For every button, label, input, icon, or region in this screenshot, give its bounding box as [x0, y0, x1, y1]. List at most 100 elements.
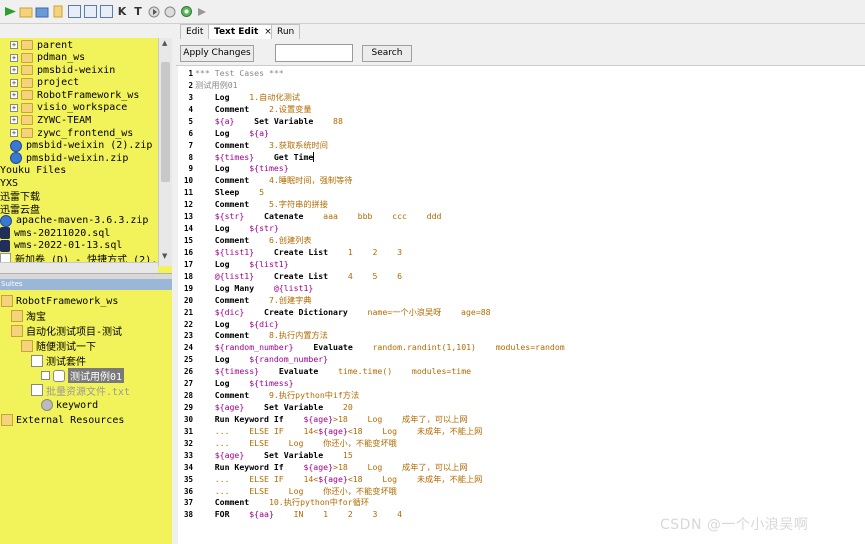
- scroll-up-icon[interactable]: ▲: [162, 39, 167, 47]
- file-tree-item[interactable]: wms-20211020.sql: [0, 227, 110, 240]
- file-tree-item[interactable]: + pdman_ws: [10, 52, 85, 64]
- file-tree-item[interactable]: pmsbid-weixin.zip: [10, 152, 128, 165]
- scroll-down-icon[interactable]: ▼: [162, 252, 167, 260]
- save-all-icon[interactable]: [82, 4, 98, 20]
- suite-tree-item[interactable]: 淘宝: [11, 309, 46, 323]
- run-icon[interactable]: [2, 4, 18, 20]
- expand-icon[interactable]: +: [10, 53, 18, 62]
- expand-icon[interactable]: +: [10, 78, 18, 87]
- line-number: 15: [183, 236, 193, 246]
- suite-tree-item[interactable]: 随便测试一下: [21, 339, 96, 353]
- suite-tree-item[interactable]: 测试用例01: [41, 368, 125, 383]
- code-line[interactable]: 22 Log ${dic}: [178, 319, 279, 331]
- code-line[interactable]: 31 ... ELSE IF 14<${age}<18 Log 未成年，不能上网: [178, 426, 482, 438]
- code-line[interactable]: 20 Comment 7.创建字典: [178, 295, 312, 307]
- copy-icon[interactable]: [98, 4, 114, 20]
- file-browser-hscrollbar[interactable]: [0, 262, 158, 273]
- code-line[interactable]: 8 ${times} Get Time: [178, 152, 315, 164]
- suite-tree-item[interactable]: RobotFramework_ws: [1, 294, 118, 308]
- code-line[interactable]: 23 Comment 8.执行内置方法: [178, 330, 328, 342]
- line-number: 10: [183, 176, 193, 186]
- code-line[interactable]: 28 Comment 9.执行python中if方法: [178, 390, 359, 402]
- code-line[interactable]: 4 Comment 2.设置变量: [178, 104, 311, 116]
- code-line[interactable]: 36 ... ELSE Log 你还小，不能变坏哦: [178, 486, 397, 498]
- suite-tree-item[interactable]: External Resources: [1, 413, 124, 427]
- scrollbar-thumb[interactable]: [161, 62, 170, 182]
- expand-icon[interactable]: +: [10, 129, 18, 138]
- apply-changes-button[interactable]: Apply Changes: [180, 45, 254, 62]
- code-line[interactable]: 9 Log ${times}: [178, 163, 288, 175]
- expand-icon[interactable]: +: [10, 41, 18, 50]
- suite-tree-item[interactable]: 批量资源文件.txt: [31, 383, 130, 398]
- forward-icon[interactable]: [194, 4, 210, 20]
- code-line[interactable]: 15 Comment 6.创建列表: [178, 235, 312, 247]
- search-input[interactable]: [275, 44, 353, 62]
- code-line[interactable]: 24 ${random_number} Evaluate random.rand…: [178, 342, 565, 354]
- expand-icon[interactable]: +: [10, 91, 18, 100]
- code-line[interactable]: 30 Run Keyword If ${age}>18 Log 成年了，可以上网: [178, 414, 468, 426]
- file-tree-item[interactable]: + ZYWC-TEAM: [10, 114, 91, 126]
- code-text: Run Keyword If ${age}>18 Log 成年了，可以上网: [214, 461, 468, 472]
- settings-icon[interactable]: [178, 4, 194, 20]
- zip-icon: [10, 152, 22, 165]
- code-line[interactable]: 11 Sleep 5: [178, 187, 264, 199]
- keyword-search-button[interactable]: K: [114, 4, 130, 20]
- code-line[interactable]: 27 Log ${timess}: [178, 378, 294, 390]
- code-line[interactable]: 38 FOR ${aa} IN 1 2 3 4: [178, 509, 402, 521]
- code-line[interactable]: 35 ... ELSE IF 14<${age}<18 Log 未成年，不能上网: [178, 474, 482, 486]
- file-tree-item[interactable]: 迅雷云盘: [0, 202, 40, 216]
- save-icon[interactable]: [66, 4, 82, 20]
- file-tree-item[interactable]: + visio_workspace: [10, 102, 127, 114]
- code-line[interactable]: 37 Comment 10.执行python中for循环: [178, 497, 369, 509]
- code-line[interactable]: 10 Comment 4.睡眠时间，强制等待: [178, 175, 353, 187]
- line-number: 18: [183, 271, 193, 281]
- stop-icon[interactable]: [162, 4, 178, 20]
- file-tree-item[interactable]: Youku Files: [0, 165, 66, 177]
- suite-tree-item[interactable]: keyword: [41, 398, 98, 412]
- code-line[interactable]: 34 Run Keyword If ${age}>18 Log 成年了，可以上网: [178, 462, 468, 474]
- file-tree-item[interactable]: + parent: [10, 39, 73, 51]
- file-tree-item[interactable]: + zywc_frontend_ws: [10, 127, 133, 139]
- code-line[interactable]: 3 Log 1.自动化测试: [178, 92, 300, 104]
- file-tree-item[interactable]: pmsbid-weixin (2).zip: [10, 139, 152, 152]
- code-editor[interactable]: 1 *** Test Cases *** 2 测试用例01 3 Log 1.自动化测试 4…: [178, 66, 865, 544]
- code-line[interactable]: 7 Comment 3.获取系统时间: [178, 140, 327, 152]
- folder-icon[interactable]: [34, 4, 50, 20]
- folder-open-icon[interactable]: [18, 4, 34, 20]
- code-line[interactable]: 29 ${age} Set Variable 20: [178, 402, 353, 414]
- expand-icon[interactable]: +: [10, 116, 18, 125]
- tab-edit[interactable]: Edit: [180, 24, 210, 39]
- code-line[interactable]: 13 ${str} Catenate aaa bbb ccc ddd: [178, 211, 442, 223]
- tab-text-edit[interactable]: Text Edit ×: [208, 24, 278, 39]
- file-tree-item[interactable]: + pmsbid-weixin: [10, 64, 115, 76]
- file-icon[interactable]: [50, 4, 66, 20]
- code-line[interactable]: 2 测试用例01: [178, 80, 237, 92]
- code-line[interactable]: 12 Comment 5.字符串的拼接: [178, 199, 328, 211]
- code-line[interactable]: 5 ${a} Set Variable 88: [178, 116, 342, 128]
- code-line[interactable]: 32 ... ELSE Log 你还小，不能变坏哦: [178, 438, 397, 450]
- file-tree-item[interactable]: + project: [10, 77, 79, 89]
- file-tree-label: project: [37, 77, 80, 89]
- file-browser-vscrollbar[interactable]: ▲ ▼: [158, 38, 172, 266]
- code-line[interactable]: 33 ${age} Set Variable 15: [178, 450, 353, 462]
- code-line[interactable]: 18 @{list1} Create List 4 5 6: [178, 271, 402, 283]
- code-line[interactable]: 14 Log ${str}: [178, 223, 279, 235]
- file-tree-item[interactable]: apache-maven-3.6.3.zip: [0, 214, 148, 227]
- code-line[interactable]: 26 ${timess} Evaluate time.time() module…: [178, 366, 471, 378]
- tab-run[interactable]: Run: [271, 24, 301, 39]
- suite-tree-item[interactable]: 自动化测试项目-测试: [11, 324, 122, 338]
- code-line[interactable]: 16 ${list1} Create List 1 2 3: [178, 247, 402, 259]
- play-icon[interactable]: [146, 4, 162, 20]
- code-line[interactable]: 6 Log ${a}: [178, 128, 268, 140]
- code-line[interactable]: 19 Log Many @{list1}: [178, 283, 313, 295]
- search-button[interactable]: Search: [362, 45, 412, 62]
- expand-icon[interactable]: +: [10, 103, 18, 112]
- expand-icon[interactable]: +: [10, 66, 18, 75]
- code-line[interactable]: 21 ${dic} Create Dictionary name=一个小浪吴呀 …: [178, 307, 491, 319]
- code-line[interactable]: 25 Log ${random_number}: [178, 354, 328, 366]
- test-search-button[interactable]: T: [130, 4, 146, 20]
- suite-tree-item[interactable]: 测试套件: [31, 354, 86, 368]
- code-line[interactable]: 1 *** Test Cases ***: [178, 68, 283, 80]
- file-tree-item[interactable]: + RobotFramework_ws: [10, 89, 139, 101]
- code-line[interactable]: 17 Log ${list1}: [178, 259, 289, 271]
